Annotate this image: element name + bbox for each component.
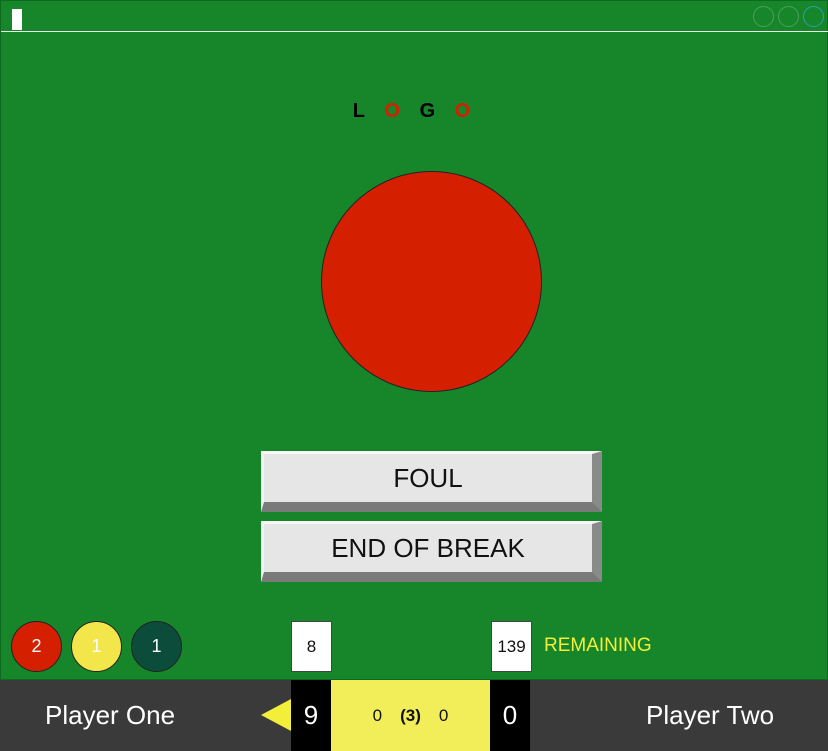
player-one-frames: 0 xyxy=(372,705,383,725)
red-count: 2 xyxy=(31,636,42,656)
active-ball-button[interactable] xyxy=(321,171,542,392)
player-one-name: Player One xyxy=(45,700,176,730)
window-control-icon[interactable] xyxy=(803,6,824,27)
frames-total: (3) xyxy=(400,705,421,725)
player-one-score: 9 xyxy=(291,680,331,751)
player-one-break: 8 xyxy=(291,621,332,672)
scoreboard: Player One 9 0 (3) 0 0 Player Two xyxy=(0,680,828,751)
logo-letter: O xyxy=(454,100,478,122)
red-ball-counter: 2 xyxy=(11,621,62,672)
yellow-count: 1 xyxy=(91,636,102,656)
turn-indicator-icon xyxy=(261,699,291,731)
player-two-name: Player Two xyxy=(646,700,775,730)
green-ball-counter: 1 xyxy=(131,621,182,672)
remaining-label: REMAINING xyxy=(544,635,652,656)
top-bar xyxy=(1,1,828,32)
frames-panel: 0 (3) 0 xyxy=(331,680,490,751)
player-two-frames: 0 xyxy=(438,705,449,725)
logo-letter: L xyxy=(352,100,372,122)
yellow-ball-counter: 1 xyxy=(71,621,122,672)
menu-handle-icon[interactable] xyxy=(12,9,22,30)
end-of-break-button[interactable]: END OF BREAK xyxy=(261,521,602,582)
green-count: 1 xyxy=(151,636,162,656)
player-two-break: 139 xyxy=(491,621,532,672)
logo-letter: O xyxy=(384,100,408,122)
window-control-icon[interactable] xyxy=(753,6,774,27)
logo: L O G O xyxy=(1,100,828,123)
window-control-icon[interactable] xyxy=(778,6,799,27)
player-two-score: 0 xyxy=(490,680,530,751)
foul-button[interactable]: FOUL xyxy=(261,451,602,512)
logo-letter: G xyxy=(419,100,443,122)
snooker-table: L O G O FOUL END OF BREAK 2 1 1 8 139 RE… xyxy=(0,0,828,680)
